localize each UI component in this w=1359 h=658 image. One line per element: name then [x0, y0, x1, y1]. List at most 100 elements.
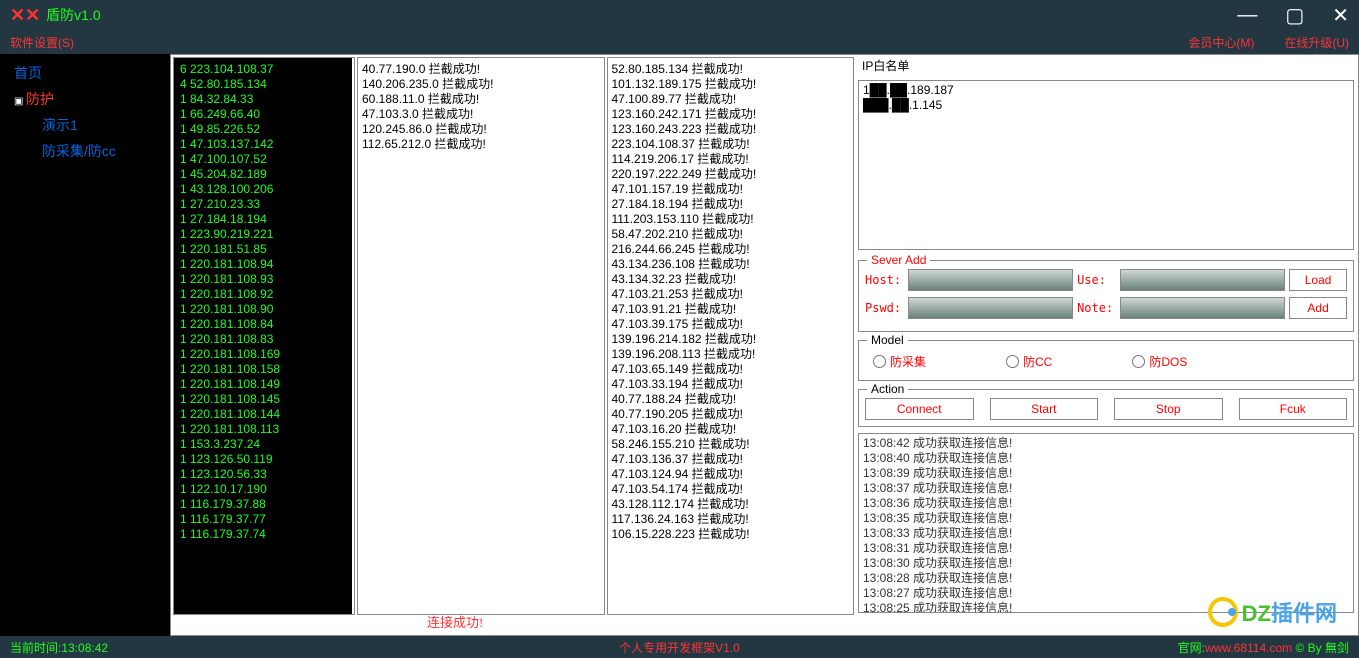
list-item: 1 220.181.108.158 [180, 362, 346, 377]
connection-log[interactable]: 13:08:42 成功获取连接信息!13:08:40 成功获取连接信息!13:0… [858, 433, 1354, 613]
ip-count-list[interactable]: 6 223.104.108.374 52.80.185.1341 84.32.8… [174, 58, 352, 614]
add-button[interactable]: Add [1289, 297, 1347, 319]
list-item: 101.132.189.175 拦截成功! [612, 77, 850, 92]
list-item: 40.77.188.24 拦截成功! [612, 392, 850, 407]
ip-count-panel: 6 223.104.108.374 52.80.185.1341 84.32.8… [173, 57, 355, 615]
list-item: 47.103.65.149 拦截成功! [612, 362, 850, 377]
list-item: 1 220.181.51.85 [180, 242, 346, 257]
whitelist-box[interactable]: 1██.██.189.187███.██.1.145 [858, 80, 1354, 250]
status-time: 当前时间:13:08:42 [10, 639, 108, 656]
list-item: 106.15.228.223 拦截成功! [612, 527, 850, 542]
log-list-1[interactable]: 40.77.190.0 拦截成功!140.206.235.0 拦截成功!60.1… [358, 58, 604, 614]
list-item: 27.184.18.194 拦截成功! [612, 197, 850, 212]
list-item: ███.██.1.145 [863, 98, 1349, 113]
main-area: 6 223.104.108.374 52.80.185.1341 84.32.8… [170, 54, 1359, 636]
menu-member[interactable]: 会员中心(M) [1188, 34, 1254, 51]
list-item: 1 123.126.50.119 [180, 452, 346, 467]
list-item: 140.206.235.0 拦截成功! [362, 77, 600, 92]
list-item: 13:08:27 成功获取连接信息! [863, 586, 1349, 601]
list-item: 1 220.181.108.94 [180, 257, 346, 272]
connect-button[interactable]: Connect [865, 398, 974, 420]
start-button[interactable]: Start [990, 398, 1099, 420]
list-item: 1 116.179.37.77 [180, 512, 346, 527]
note-input[interactable] [1120, 297, 1285, 319]
radio-cc[interactable] [1006, 355, 1019, 368]
list-item: 6 223.104.108.37 [180, 62, 346, 77]
use-input[interactable] [1120, 269, 1285, 291]
maximize-icon[interactable]: ▢ [1285, 3, 1304, 28]
fcuk-button[interactable]: Fcuk [1239, 398, 1348, 420]
list-item: 1 66.249.66.40 [180, 107, 346, 122]
list-item: 1 220.181.108.144 [180, 407, 346, 422]
list-item: 1 122.10.17.190 [180, 482, 346, 497]
list-item: 112.65.212.0 拦截成功! [362, 137, 600, 152]
close-icon[interactable]: ✕ [1332, 3, 1349, 28]
window-controls: — ▢ ✕ [1237, 3, 1349, 28]
whitelist-label: IP白名单 [856, 57, 1356, 74]
list-item: 52.80.185.134 拦截成功! [612, 62, 850, 77]
list-item: 1 220.181.108.149 [180, 377, 346, 392]
list-item: 43.134.236.108 拦截成功! [612, 257, 850, 272]
list-item: 4 52.80.185.134 [180, 77, 346, 92]
list-item: 13:08:30 成功获取连接信息! [863, 556, 1349, 571]
list-item: 1 223.90.219.221 [180, 227, 346, 242]
model-opt-dos[interactable]: 防DOS [1132, 353, 1187, 370]
list-item: 114.219.206.17 拦截成功! [612, 152, 850, 167]
list-item: 13:08:37 成功获取连接信息! [863, 481, 1349, 496]
sidebar: 首页▣防护演示1防采集/防cc [0, 54, 170, 636]
load-button[interactable]: Load [1289, 269, 1347, 291]
list-item: 43.128.112.174 拦截成功! [612, 497, 850, 512]
model-opt-collect[interactable]: 防采集 [873, 353, 926, 370]
list-item: 1 116.179.37.74 [180, 527, 346, 542]
list-item: 1 123.120.56.33 [180, 467, 346, 482]
list-item: 1 27.184.18.194 [180, 212, 346, 227]
list-item: 1 116.179.37.88 [180, 497, 346, 512]
stop-button[interactable]: Stop [1114, 398, 1223, 420]
list-item: 60.188.11.0 拦截成功! [362, 92, 600, 107]
minimize-icon[interactable]: — [1237, 4, 1257, 27]
server-add-group: Sever Add Host: Use: Load Pswd: Note: Ad… [858, 260, 1354, 332]
pswd-label: Pswd: [865, 301, 904, 315]
list-item: 1 220.181.108.84 [180, 317, 346, 332]
list-item: 13:08:33 成功获取连接信息! [863, 526, 1349, 541]
list-item: 111.203.153.110 拦截成功! [612, 212, 850, 227]
sidebar-item[interactable]: 首页 [0, 60, 170, 86]
list-item: 40.77.190.205 拦截成功! [612, 407, 850, 422]
app-title: 盾防v1.0 [46, 5, 100, 25]
list-item: 13:08:40 成功获取连接信息! [863, 451, 1349, 466]
list-item: 1 27.210.23.33 [180, 197, 346, 212]
log-panel-1: 40.77.190.0 拦截成功!140.206.235.0 拦截成功!60.1… [357, 57, 605, 615]
log-list-2[interactable]: 52.80.185.134 拦截成功!101.132.189.175 拦截成功!… [608, 58, 854, 614]
model-opt-cc[interactable]: 防CC [1006, 353, 1052, 370]
list-item: 13:08:36 成功获取连接信息! [863, 496, 1349, 511]
list-item: 58.47.202.210 拦截成功! [612, 227, 850, 242]
list-item: 216.244.66.245 拦截成功! [612, 242, 850, 257]
list-item: 123.160.242.171 拦截成功! [612, 107, 850, 122]
radio-collect[interactable] [873, 355, 886, 368]
list-item: 1 220.181.108.113 [180, 422, 346, 437]
app-logo-icon: ✕✕ [10, 5, 40, 26]
pswd-input[interactable] [908, 297, 1073, 319]
host-input[interactable] [908, 269, 1073, 291]
list-item: 1 220.181.108.83 [180, 332, 346, 347]
menu-settings[interactable]: 软件设置(S) [10, 34, 74, 51]
list-item: 1 220.181.108.169 [180, 347, 346, 362]
statusbar: 当前时间:13:08:42 个人专用开发框架V1.0 官网:www.68114.… [0, 636, 1359, 658]
right-column: IP白名单 1██.██.189.187███.██.1.145 Sever A… [856, 57, 1356, 615]
sidebar-item[interactable]: ▣防护 [0, 86, 170, 112]
list-item: 139.196.214.182 拦截成功! [612, 332, 850, 347]
titlebar: ✕✕ 盾防v1.0 — ▢ ✕ [0, 0, 1359, 30]
radio-dos[interactable] [1132, 355, 1145, 368]
menu-upgrade[interactable]: 在线升级(U) [1284, 34, 1349, 51]
list-item: 58.246.155.210 拦截成功! [612, 437, 850, 452]
list-item: 1 220.181.108.93 [180, 272, 346, 287]
server-legend: Sever Add [867, 253, 930, 267]
sidebar-item[interactable]: 演示1 [0, 112, 170, 138]
sidebar-item[interactable]: 防采集/防cc [0, 138, 170, 164]
list-item: 47.101.157.19 拦截成功! [612, 182, 850, 197]
list-item: 1 153.3.237.24 [180, 437, 346, 452]
list-item: 47.103.21.253 拦截成功! [612, 287, 850, 302]
list-item: 223.104.108.37 拦截成功! [612, 137, 850, 152]
status-right: 官网:www.68114.com © By 無剑 [1178, 639, 1349, 656]
action-group: Action Connect Start Stop Fcuk [858, 389, 1354, 427]
